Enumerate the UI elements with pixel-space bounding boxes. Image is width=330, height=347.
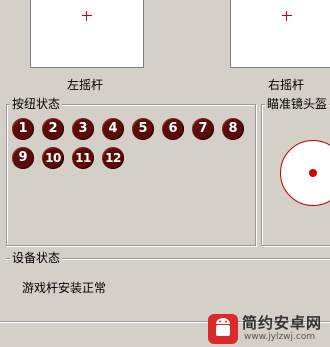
watermark-url: www.jylzwj.com [244, 332, 316, 342]
button-status-title: 按纽状态 [10, 97, 63, 111]
button-indicator-2: 2 [42, 118, 64, 140]
left-stick-label: 左摇杆 [67, 78, 104, 92]
crosshair-icon [282, 11, 292, 21]
button-indicator-10: 10 [42, 147, 64, 169]
button-indicator-3: 3 [72, 118, 94, 140]
device-status-title: 设备状态 [10, 251, 63, 265]
crosshair-icon [82, 11, 92, 21]
button-indicator-1: 1 [12, 118, 34, 140]
left-stick-panel [0, 0, 330, 72]
aim-group-title: 瞄准镜头盔 [265, 97, 330, 111]
left-stick-view [30, 0, 144, 68]
button-indicator-12: 12 [102, 147, 124, 169]
button-indicator-8: 8 [222, 118, 244, 140]
aim-dot [309, 169, 317, 177]
button-indicator-9: 9 [12, 147, 34, 169]
button-indicator-4: 4 [102, 118, 124, 140]
watermark-brand: 简约安卓网 [242, 314, 323, 332]
site-watermark: 简约安卓网 www.jylzwj.com [208, 312, 330, 347]
right-stick-view [230, 0, 330, 68]
right-stick-label: 右摇杆 [268, 78, 305, 92]
button-indicator-5: 5 [132, 118, 154, 140]
device-status-text: 游戏杆安装正常 [22, 281, 107, 295]
button-indicator-6: 6 [162, 118, 184, 140]
android-logo-icon [208, 314, 238, 344]
button-indicator-11: 11 [72, 147, 94, 169]
button-indicator-7: 7 [192, 118, 214, 140]
